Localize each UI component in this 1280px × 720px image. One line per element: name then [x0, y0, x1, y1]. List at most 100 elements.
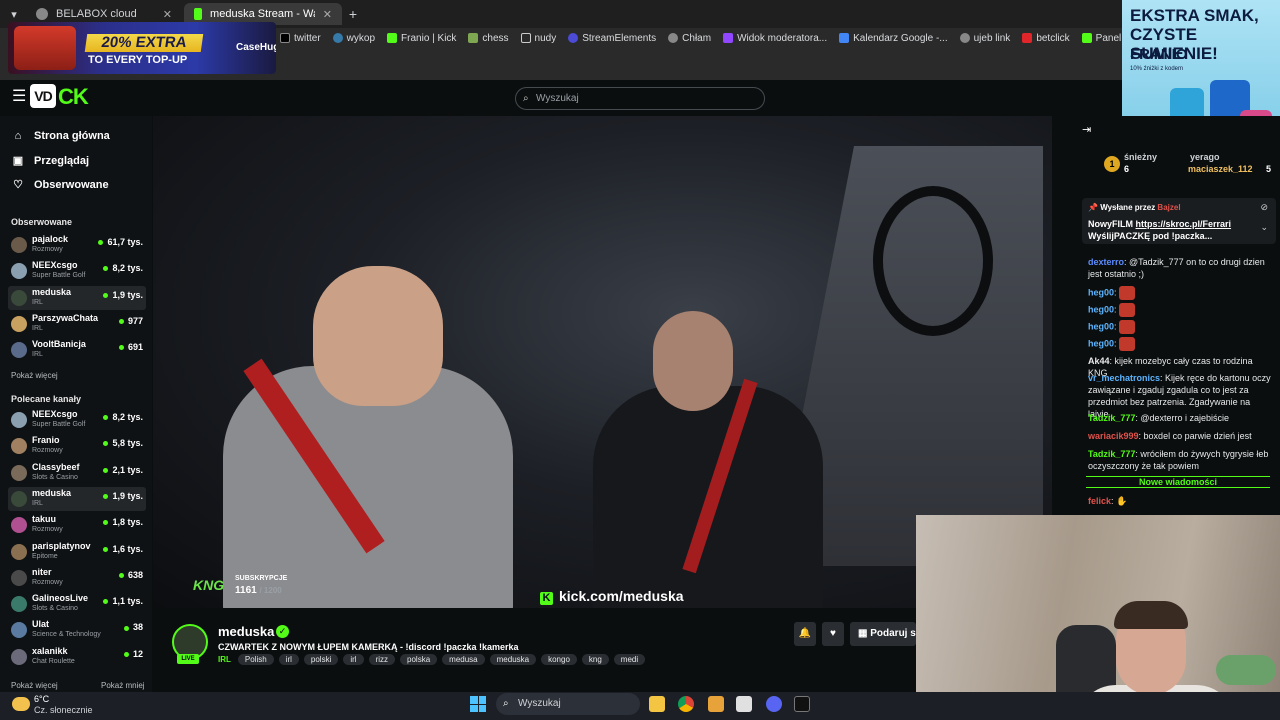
stream-tag[interactable]: medi — [613, 654, 646, 665]
new-tab-button[interactable]: + — [344, 3, 362, 25]
channel-item[interactable]: takuu Rozmowy 1,8 tys. — [8, 513, 146, 537]
follow-heart-button[interactable]: ♥ — [822, 622, 844, 646]
close-icon[interactable]: ✕ — [163, 8, 172, 21]
stream-tag[interactable]: polska — [400, 654, 438, 665]
stream-title: CZWARTEK Z NOWYM ŁUPEM KAMERKĄ - !discor… — [218, 642, 519, 652]
bookmark-wykop[interactable]: wykop — [332, 33, 375, 44]
stream-tag[interactable]: irl — [278, 654, 299, 665]
gift-sub-button[interactable]: ▦ Podaruj s — [850, 622, 916, 646]
channel-item[interactable]: meduska IRL 1,9 tys. — [8, 285, 146, 310]
chevron-down-icon[interactable]: ⌄ — [1260, 222, 1268, 233]
weather-icon[interactable] — [12, 697, 30, 711]
pinned-text: NowyFILM https://skroc.pl/Ferrari Wyślij… — [1088, 219, 1232, 241]
unpin-icon[interactable]: ⊘ — [1260, 202, 1268, 213]
recommended-show-less[interactable]: Pokaż mniej — [101, 681, 145, 690]
chat-username[interactable]: heg00 — [1088, 287, 1114, 297]
viewer-count: 8,2 tys. — [103, 263, 143, 273]
chat-username[interactable]: wariacik999 — [1088, 431, 1139, 441]
menu-icon[interactable]: ☰ — [12, 89, 26, 105]
streamer-name[interactable]: meduska — [218, 624, 274, 639]
bookmark-chlam[interactable]: Chłam — [668, 33, 711, 44]
channel-item[interactable]: NEEXcsgo Super Battle Golf 8,2 tys. — [8, 259, 146, 283]
bookmark-kalendarz[interactable]: Kalendarz Google -... — [839, 33, 948, 44]
bookmark-widok-moderatora[interactable]: Widok moderatora... — [723, 33, 827, 44]
channel-category: IRL — [32, 324, 43, 332]
pinned-link[interactable]: https://skroc.pl/Ferrari — [1136, 219, 1232, 229]
collapse-chat-icon[interactable]: ⇥ — [1082, 123, 1091, 136]
channel-item[interactable]: pajalock Rozmowy 61,7 tys. — [8, 233, 146, 257]
search-input[interactable]: ⌕ Wyszukaj — [515, 87, 765, 110]
close-icon[interactable]: ✕ — [323, 8, 332, 21]
stream-tag[interactable]: rizz — [368, 654, 396, 665]
gift-leaderboard: 1 śnieżny 6 yerago maciaszek_112 5 — [1100, 150, 1280, 182]
viewer-count: 1,6 tys. — [103, 544, 143, 554]
bookmark-nudy[interactable]: nudy — [520, 33, 556, 44]
channel-item[interactable]: Classybeef Slots & Casino 2,1 tys. — [8, 461, 146, 485]
bookmark-streamelements[interactable]: StreamElements — [568, 33, 656, 44]
wykop-icon — [332, 33, 343, 43]
windows-start-icon[interactable] — [470, 696, 486, 712]
chat-username[interactable]: dexterro — [1088, 257, 1124, 267]
viewer-count: 1,9 tys. — [103, 290, 143, 300]
chat-username[interactable]: Tadzik_777 — [1088, 413, 1135, 423]
terminal-icon[interactable] — [794, 696, 810, 712]
chat-text: : — [1114, 338, 1117, 349]
chat-username[interactable]: Ak44 — [1088, 356, 1110, 366]
chat-username[interactable]: heg00 — [1088, 338, 1114, 348]
pinned-message[interactable]: 📌 Wysłane przez Bajzel NowyFILM https://… — [1082, 198, 1276, 244]
category-link[interactable]: IRL — [218, 655, 231, 664]
recommended-show-more[interactable]: Pokaż więcej — [11, 681, 58, 690]
heart-icon: ♥ — [830, 628, 836, 639]
channel-item[interactable]: xalanikk Chat Roulette 12 — [8, 645, 146, 669]
chrome-icon[interactable] — [678, 696, 694, 712]
stream-tag[interactable]: polski — [303, 654, 339, 665]
channel-item[interactable]: parisplatynov Epitome 1,6 tys. — [8, 540, 146, 564]
channel-item[interactable]: Ulat Science & Technology 38 — [8, 618, 146, 642]
kick-logo[interactable]: VD CK — [30, 84, 89, 109]
new-messages-divider[interactable]: Nowe wiadomości — [1086, 476, 1270, 488]
nav-browse[interactable]: ▣ Przeglądaj — [12, 154, 89, 168]
stream-tag[interactable]: Polish — [237, 654, 274, 665]
stream-tag[interactable]: kng — [581, 654, 609, 665]
ad-note: 10% źniżki z kodem — [1130, 66, 1184, 72]
chat-username[interactable]: Tadzik_777 — [1088, 449, 1135, 459]
nav-home[interactable]: ⌂ Strona główna — [12, 130, 110, 142]
following-show-more[interactable]: Pokaż więcej — [11, 371, 58, 380]
channel-item[interactable]: NEEXcsgo Super Battle Golf 8,2 tys. — [8, 408, 146, 432]
chat-username[interactable]: heg00 — [1088, 321, 1114, 331]
channel-item[interactable]: ParszywaChata IRL 977 — [8, 312, 146, 336]
channel-name: NEEXcsgo — [32, 260, 78, 271]
stream-tag[interactable]: medusa — [442, 654, 485, 665]
weather-desc[interactable]: Cz. słonecznie — [34, 705, 93, 715]
pinned-by: 📌 Wysłane przez Bajzel — [1088, 203, 1181, 212]
app-icon[interactable] — [708, 696, 724, 712]
notification-bell-button[interactable]: 🔔 — [794, 622, 816, 646]
emote-icon — [1119, 320, 1136, 334]
app-icon[interactable] — [736, 696, 752, 712]
channel-item[interactable]: meduska IRL 1,9 tys. — [8, 486, 146, 511]
chat-username[interactable]: heg00 — [1088, 304, 1114, 314]
globe-icon — [959, 33, 970, 43]
bookmark-ujeb-link[interactable]: ujeb link — [959, 33, 1010, 44]
stream-tag[interactable]: kongo — [541, 654, 577, 665]
discord-icon[interactable] — [766, 696, 782, 712]
bookmark-chess[interactable]: chess — [468, 33, 509, 44]
stream-tag[interactable]: irl — [343, 654, 364, 665]
channel-name: GalineosLive — [32, 593, 89, 604]
bookmark-betclick[interactable]: betclick — [1022, 33, 1070, 44]
bookmark-twitter[interactable]: twitter — [280, 33, 321, 44]
weather-temp[interactable]: 6°C — [34, 694, 49, 704]
file-explorer-icon[interactable] — [649, 696, 665, 712]
channel-item[interactable]: GalineosLive Slots & Casino 1,1 tys. — [8, 592, 146, 616]
ad-casehug[interactable]: 20% EXTRA TO EVERY TOP-UP CaseHug — [8, 22, 276, 74]
stream-tag[interactable]: meduska — [489, 654, 537, 665]
avatar — [11, 412, 27, 428]
channel-item[interactable]: Franio Rozmowy 5,8 tys. — [8, 434, 146, 458]
nav-following[interactable]: ♡ Obserwowane — [12, 178, 109, 192]
sub-goal-label: SUBSKRYPCJE — [235, 575, 288, 582]
bookmark-franio[interactable]: Franio | Kick — [387, 33, 456, 44]
channel-item[interactable]: niter Rozmowy 638 — [8, 566, 146, 590]
channel-item[interactable]: VooltBanicja IRL 691 — [8, 338, 146, 362]
chat-username[interactable]: vr_mechatronics — [1088, 373, 1160, 383]
taskbar-search[interactable]: ⌕ Wyszukaj — [496, 693, 640, 715]
